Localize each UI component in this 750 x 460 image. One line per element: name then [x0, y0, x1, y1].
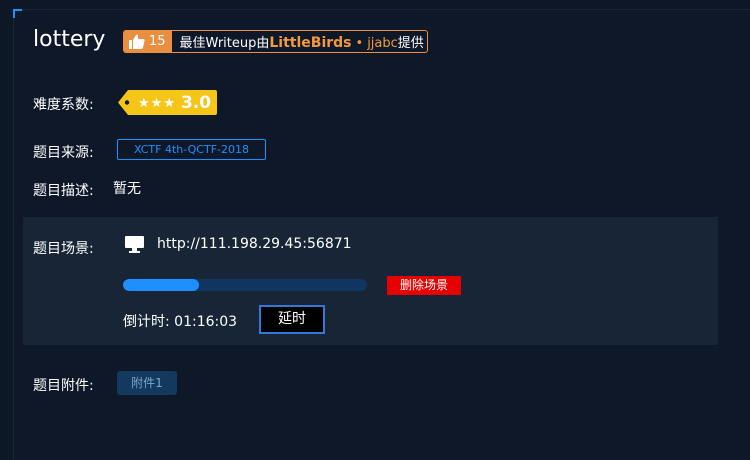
- countdown-value: 01:16:03: [174, 314, 238, 330]
- writeup-separator: •: [355, 36, 364, 51]
- writeup-suffix: 提供: [397, 36, 424, 51]
- challenge-title: lottery: [33, 27, 106, 52]
- countdown-label: 倒计时:: [123, 314, 170, 330]
- scene-label: 题目场景:: [33, 241, 94, 257]
- difficulty-stars: ★ ★ ★ 3.0: [138, 93, 211, 113]
- description-value: 暂无: [113, 181, 141, 197]
- extend-time-button[interactable]: 延时: [259, 305, 325, 334]
- delete-scene-button[interactable]: 删除场景: [387, 276, 461, 295]
- writeup-text: 最佳Writeup由LittleBirds • jjabc提供: [180, 32, 424, 51]
- writeup-prefix: 最佳Writeup由: [179, 36, 270, 51]
- star-icon: ★: [150, 95, 163, 111]
- difficulty-value: 3.0: [180, 93, 212, 113]
- monitor-icon: [125, 236, 144, 253]
- scene-url-link[interactable]: http://111.198.29.45:56871: [157, 236, 352, 252]
- attachment-label: 题目附件:: [33, 378, 94, 394]
- difficulty-label: 难度系数:: [33, 97, 94, 113]
- like-button[interactable]: 15: [124, 31, 172, 52]
- star-icon: ★: [138, 95, 150, 111]
- source-tag[interactable]: XCTF 4th-QCTF-2018: [117, 139, 266, 160]
- writeup-author-link[interactable]: LittleBirds: [269, 35, 351, 51]
- like-count: 15: [149, 34, 166, 49]
- difficulty-badge: ★ ★ ★ 3.0: [118, 90, 217, 115]
- corner-decoration: [13, 9, 22, 18]
- writeup-contributor-link[interactable]: jjabc: [367, 36, 398, 51]
- scene-progress-bar: [123, 279, 367, 291]
- star-icon: ★: [163, 95, 175, 111]
- thumbs-up-icon: [129, 34, 145, 49]
- countdown: 倒计时: 01:16:03: [123, 311, 237, 331]
- description-label: 题目描述:: [33, 183, 94, 199]
- attachment-button[interactable]: 附件1: [117, 371, 177, 395]
- writeup-badge[interactable]: 15 最佳Writeup由LittleBirds • jjabc提供: [123, 30, 428, 53]
- source-label: 题目来源:: [33, 145, 94, 161]
- scene-progress-fill: [123, 279, 199, 291]
